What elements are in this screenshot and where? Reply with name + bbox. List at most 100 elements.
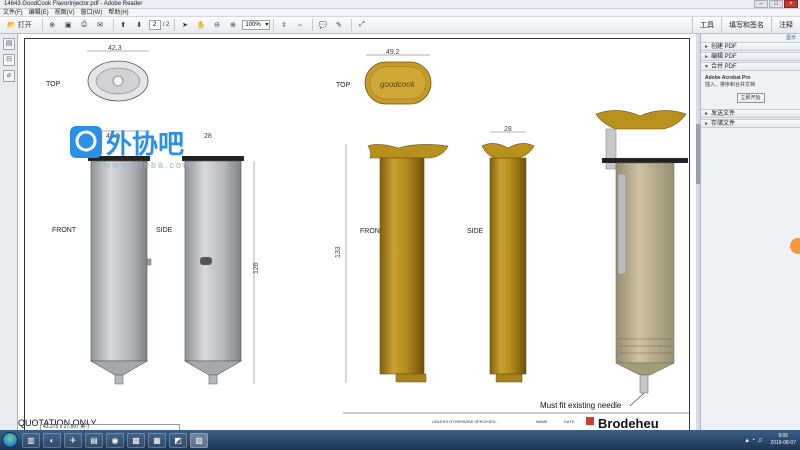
minimize-button[interactable]: – (754, 0, 768, 8)
taskbar-app-viewer[interactable]: ▩ (127, 432, 145, 448)
mail-icon: ✉ (97, 22, 104, 29)
window-slot (200, 257, 212, 265)
menu-window[interactable]: 窗口(W) (81, 9, 103, 16)
email-button[interactable]: ✉ (94, 19, 107, 32)
cursor-icon: ➤ (181, 22, 188, 29)
taskbar-app-files[interactable]: ▤ (85, 432, 103, 448)
tray-icons[interactable]: ▴◔♫ (745, 436, 764, 444)
fit-width-button[interactable]: ⇔ (293, 19, 306, 32)
arrow-down-icon: ⬇ (136, 22, 143, 29)
menu-help[interactable]: 帮助(H) (108, 9, 128, 16)
taskbar-app-media[interactable]: ◐ (43, 432, 61, 448)
taskbar-app-chrome[interactable]: ◉ (106, 432, 124, 448)
barrel-taper (615, 362, 675, 376)
section-create-pdf-label: 创建 PDF (711, 44, 737, 50)
menu-view[interactable]: 视图(V) (55, 9, 75, 16)
technical-drawing: TOP 42.3 FRONT 42.3 SIDE 28 126 外协吧 www.… (18, 45, 690, 430)
menu-bar: 文件(F) 编辑(E) 视图(V) 窗口(W) 帮助(H) (0, 9, 800, 17)
dim-left-height: 126 (253, 262, 260, 274)
taskbar-app-explorer[interactable]: ▥ (22, 432, 40, 448)
pdf-page: TOP 42.3 FRONT 42.3 SIDE 28 126 外协吧 www.… (18, 34, 696, 430)
dim-right-height: 133 (335, 246, 342, 258)
side-floating-tab[interactable] (790, 238, 800, 254)
toolbar-divider (112, 19, 114, 31)
label-front-left: FRONT (52, 227, 77, 234)
section-send-file-label: 发送文件 (711, 111, 736, 117)
open-button[interactable]: 📂 打开 (3, 19, 36, 32)
prev-page-button[interactable]: ⬆ (117, 19, 130, 32)
create-pdf-button[interactable]: ⊕ (46, 19, 59, 32)
taskbar-app-reader[interactable]: ▧ (190, 432, 208, 448)
title-date: DATE (564, 419, 575, 424)
close-button[interactable]: × (784, 0, 798, 8)
save-icon: ▣ (64, 22, 72, 29)
section-store-file-label: 存储文件 (711, 121, 736, 127)
expand-button[interactable]: ⤢ (355, 19, 368, 32)
zoom-in-button[interactable]: ⊕ (226, 19, 239, 32)
title-name: NAME (536, 419, 548, 424)
zoom-out-button[interactable]: ⊖ (210, 19, 223, 32)
taskbar-app-browser[interactable]: ✈ (64, 432, 82, 448)
media-icon: ◐ (49, 435, 55, 445)
barrel (489, 157, 527, 375)
merge-pdf-body: Adobe Acrobat Pro 插入、排序和合并文档 立即开始 (701, 72, 800, 109)
document-viewport[interactable]: TOP 42.3 FRONT 42.3 SIDE 28 126 外协吧 www.… (18, 34, 700, 430)
section-merge-pdf[interactable]: ▾ 合并 PDF (701, 62, 800, 71)
clock[interactable]: 9:05 2016-08-07 (770, 433, 796, 447)
page-number-input[interactable]: 2 (148, 20, 161, 30)
save-button[interactable]: ▣ (62, 19, 75, 32)
print-button[interactable]: ⎙ (78, 19, 91, 32)
note-needle: Must fit existing needle (540, 401, 622, 410)
merge-body-text: 插入、排序和合并文档 (705, 82, 756, 88)
clock-time: 9:05 (778, 433, 789, 439)
hand-icon: ✋ (196, 22, 206, 29)
nozzle (114, 374, 124, 385)
highlight-icon: ✎ (335, 22, 342, 29)
pdf-icon: ▧ (195, 435, 203, 445)
side-view-gold: SIDE 28 (467, 126, 535, 383)
section-create-pdf[interactable]: ▸ 创建 PDF (701, 42, 800, 51)
panel-show-link[interactable]: 显示 (701, 34, 800, 42)
start-now-button[interactable]: 立即开始 (736, 93, 765, 103)
cad-icon: ◩ (174, 435, 182, 445)
window-controls: – □ × (754, 0, 798, 9)
start-button[interactable] (2, 432, 18, 448)
tab-tools[interactable]: 工具 (692, 17, 721, 34)
fit-page-button[interactable]: ⇳ (277, 19, 290, 32)
next-page-button[interactable]: ⬇ (133, 19, 146, 32)
tab-fill-sign[interactable]: 填写和签名 (721, 17, 771, 34)
section-store-file[interactable]: ▸ 存储文件 (701, 119, 800, 128)
folder-icon: 📂 (7, 22, 16, 29)
side-view-gray: SIDE 28 126 (156, 133, 260, 385)
flange (602, 158, 688, 163)
taskbar-app-cad[interactable]: ◩ (169, 432, 187, 448)
callout-leader (629, 392, 645, 407)
taskbar-app-photo[interactable]: ▦ (148, 432, 166, 448)
top-view-gray: TOP 42.3 (46, 45, 149, 102)
highlight-button[interactable]: ✎ (332, 19, 345, 32)
bookmarks-icon[interactable]: ⊟ (3, 54, 15, 66)
section-send-file[interactable]: ▸ 发送文件 (701, 109, 800, 118)
brand-logo-icon (586, 417, 594, 425)
zoom-select[interactable]: 100% (242, 20, 271, 30)
label-side-left: SIDE (156, 227, 173, 234)
window-title: 14643 GoodCook FlavorInjector.pdf - Adob… (4, 1, 143, 7)
maximize-button[interactable]: □ (769, 0, 783, 8)
toolbar: 📂 打开 ⊕ ▣ ⎙ ✉ ⬆ ⬇ 2 / 2 ➤ ✋ ⊖ ⊕ 100% ⇳ ⇔ … (0, 17, 800, 34)
menu-file[interactable]: 文件(F) (3, 9, 23, 16)
hand-tool-button[interactable]: ✋ (194, 19, 207, 32)
section-edit-pdf[interactable]: ▸ 编辑 PDF (701, 52, 800, 61)
attachments-icon[interactable]: ⌀ (3, 70, 15, 82)
label-top-left: TOP (46, 81, 61, 88)
select-tool-button[interactable]: ➤ (178, 19, 191, 32)
plunger-handle (595, 110, 687, 130)
dim-cap-width: 49.2 (386, 49, 400, 56)
page-thumbnails-icon[interactable]: ▤ (3, 38, 15, 50)
files-icon: ▤ (90, 435, 98, 445)
comment-button[interactable]: 💬 (316, 19, 329, 32)
needle (639, 374, 649, 394)
watermark-url: www.xieba.com (103, 160, 193, 170)
menu-edit[interactable]: 编辑(E) (29, 9, 49, 16)
page-total: / 2 (162, 22, 170, 28)
tab-comment[interactable]: 注释 (771, 17, 800, 34)
